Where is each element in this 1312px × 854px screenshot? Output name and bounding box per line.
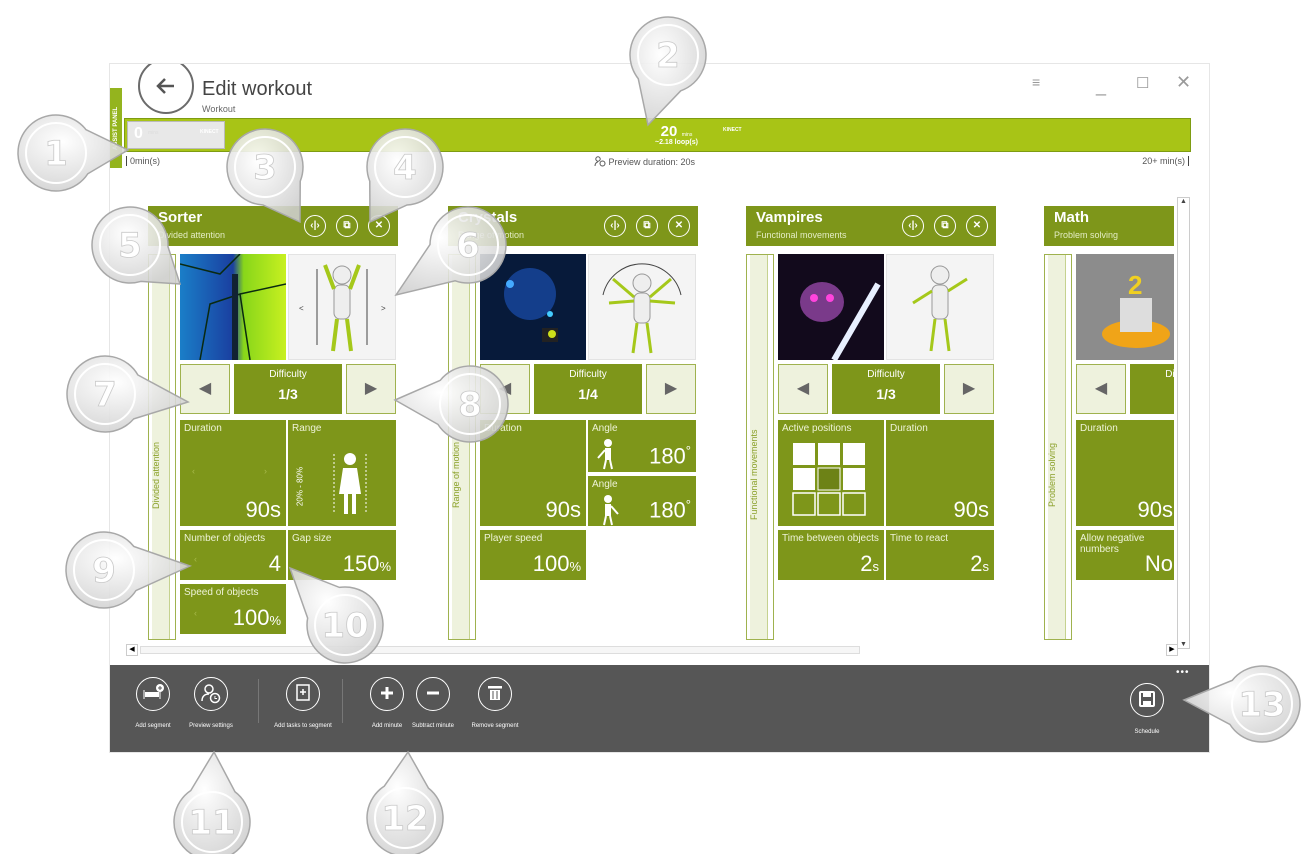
annotation-overlay: 123 45 67 891011 1213 — [17, 16, 1301, 854]
annotation-7: 7 — [66, 355, 190, 433]
annotation-6: 6 — [394, 206, 507, 297]
annotation-9: 9 — [65, 531, 193, 609]
annotation-13: 13 — [1182, 665, 1301, 743]
annotation-2: 2 — [629, 16, 707, 127]
annotation-3: 3 — [226, 128, 304, 224]
annotation-8: 8 — [393, 365, 509, 443]
annotation-number: 1 — [44, 134, 68, 174]
annotation-number: 5 — [118, 226, 142, 266]
annotation-12: 12 — [366, 750, 444, 854]
annotation-11: 11 — [173, 750, 251, 854]
annotation-number: 2 — [656, 36, 680, 76]
annotation-number: 4 — [393, 148, 417, 188]
annotation-number: 10 — [321, 606, 368, 646]
annotation-10: 10 — [288, 566, 384, 664]
annotation-4: 4 — [366, 128, 444, 224]
annotation-number: 9 — [92, 551, 116, 591]
annotation-number: 13 — [1238, 685, 1285, 725]
annotation-1: 1 — [17, 114, 130, 192]
annotation-number: 8 — [458, 385, 482, 425]
annotation-number: 6 — [456, 226, 480, 266]
annotation-5: 5 — [91, 206, 182, 285]
annotation-number: 11 — [188, 803, 235, 843]
annotation-number: 12 — [381, 799, 428, 839]
annotation-number: 7 — [93, 375, 117, 415]
stage: Edit workout Workout ≡ _ ☐ ✕ ASSIST PANE… — [0, 0, 1312, 854]
annotation-number: 3 — [253, 148, 277, 188]
